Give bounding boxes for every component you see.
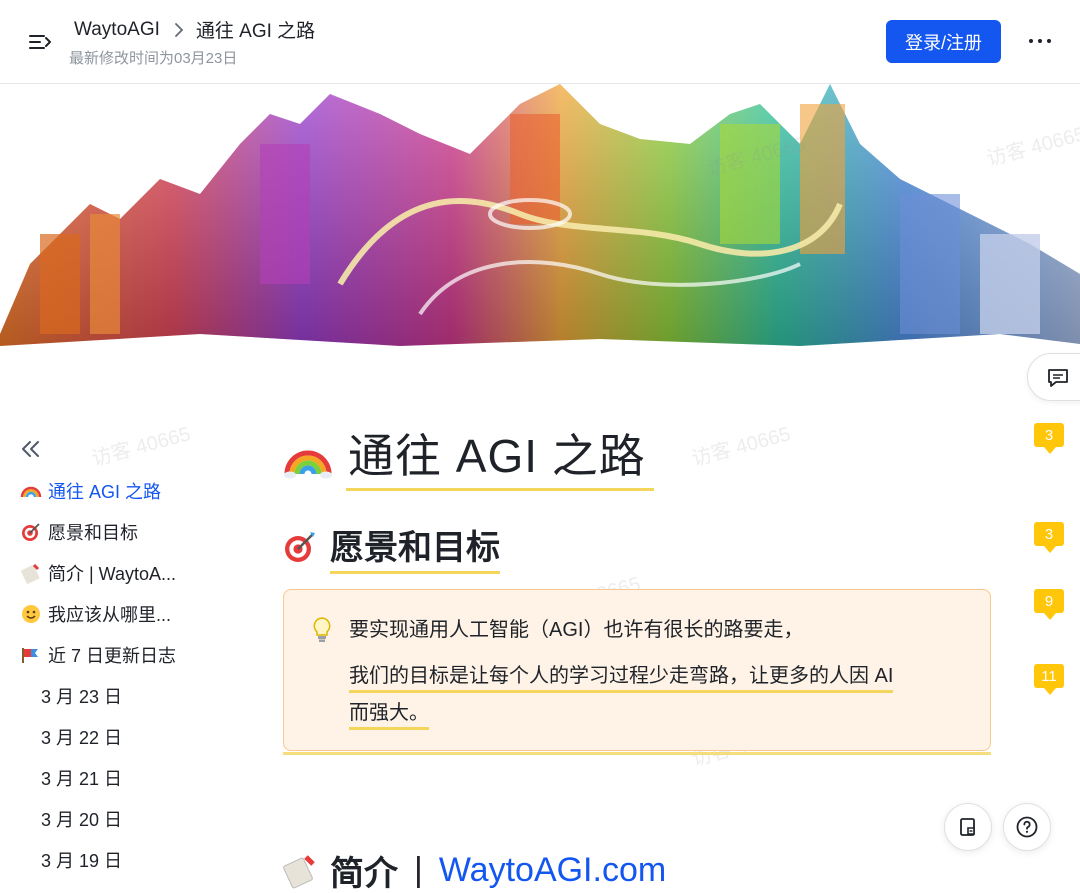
watermark: 访客 40665 [689, 423, 793, 471]
toc-item-agi[interactable]: 通往 AGI 之路 [20, 470, 200, 511]
help-button[interactable] [1003, 803, 1051, 851]
chevron-right-icon [174, 22, 184, 38]
toc-label: 近 7 日更新日志 [48, 645, 177, 666]
toc-item-date[interactable]: 3 月 19 日 [20, 839, 200, 880]
toc-item-date[interactable]: 3 月 23 日 [20, 675, 200, 716]
login-register-button[interactable]: 登录/注册 [886, 20, 1001, 63]
breadcrumb: WaytoAGI 通往 AGI 之路 [74, 16, 315, 43]
callout-text: 我们的目标是让每个人的学习过程少走弯路，让更多的人因 AI [349, 665, 894, 693]
section-heading-text: 简介 [330, 855, 398, 893]
page-title-text: 通往 AGI 之路 [346, 420, 654, 491]
more-options-icon[interactable] [1022, 26, 1058, 56]
help-icon [1016, 816, 1038, 838]
lightbulb-icon [311, 616, 333, 644]
toc-label: 我应该从哪里... [48, 604, 172, 625]
waytoagi-link[interactable]: WaytoAGI.com [439, 851, 666, 890]
document-icon [960, 818, 975, 836]
memo-icon [282, 853, 318, 889]
breadcrumb-current: 通往 AGI 之路 [195, 21, 316, 42]
callout-text: 要实现通用人工智能（AGI）也许有很长的路要走， [349, 619, 804, 641]
document-page: WaytoAGI 通往 AGI 之路 最新修改时间为03月23日 登录/注册 访… [0, 0, 1080, 893]
toc-item-changelog[interactable]: 近 7 日更新日志 [20, 634, 200, 675]
comment-count-badge[interactable]: 11 [1034, 664, 1064, 695]
cover-image [0, 84, 1080, 348]
reading-mode-button[interactable] [944, 803, 992, 851]
toc-item-where-start[interactable]: 我应该从哪里... [20, 593, 200, 634]
top-bar: WaytoAGI 通往 AGI 之路 最新修改时间为03月23日 登录/注册 [0, 0, 1080, 84]
toc-item-intro[interactable]: 简介 | WaytoA... [20, 552, 200, 593]
toc-label: 通往 AGI 之路 [48, 481, 162, 502]
toc-label: 简介 | WaytoA... [48, 563, 177, 584]
rainbow-icon [20, 480, 42, 502]
log-icon [20, 644, 42, 666]
comment-count-badge[interactable]: 3 [1034, 423, 1064, 454]
section-heading-intro: 简介 | WaytoAGI.com [282, 846, 666, 893]
heading-separator: | [414, 851, 423, 889]
section-heading-vision: 愿景和目标 [282, 520, 500, 574]
comments-panel-button[interactable] [1027, 353, 1080, 401]
breadcrumb-root[interactable]: WaytoAGI [74, 19, 160, 41]
watermark: 访客 40665 [89, 423, 193, 471]
rainbow-icon [284, 432, 332, 480]
smile-icon [20, 603, 42, 625]
callout-box: 要实现通用人工智能（AGI）也许有很长的路要走， 我们的目标是让每个人的学习过程… [283, 589, 991, 751]
callout-text-row: 而强大。 [349, 699, 429, 730]
toc-item-date[interactable]: 3 月 22 日 [20, 716, 200, 757]
comment-count-badge[interactable]: 3 [1034, 522, 1064, 553]
comment-icon [1048, 369, 1068, 387]
target-icon [20, 521, 42, 543]
callout-text: 而强大。 [349, 702, 429, 730]
toc-item-date[interactable]: 3 月 20 日 [20, 798, 200, 839]
callout-text-row: 我们的目标是让每个人的学习过程少走弯路，让更多的人因 AI [349, 662, 894, 693]
toc-label: 愿景和目标 [48, 522, 138, 543]
section-heading-text: 愿景和目标 [330, 520, 500, 574]
page-title: 通往 AGI 之路 [284, 420, 654, 491]
toc-item-date[interactable]: 3 月 18 日 [20, 880, 200, 893]
last-modified: 最新修改时间为03月23日 [69, 50, 238, 67]
toc-item-date[interactable]: 3 月 21 日 [20, 757, 200, 798]
menu-toggle-icon[interactable] [26, 28, 54, 56]
toc-item-vision[interactable]: 愿景和目标 [20, 511, 200, 552]
highlight-underline [283, 752, 991, 755]
collapse-sidebar-icon[interactable] [18, 436, 44, 462]
table-of-contents: 通往 AGI 之路 愿景和目标 简介 | WaytoA... 我应该从哪里...… [20, 470, 200, 893]
target-icon [282, 529, 318, 565]
memo-icon [20, 562, 42, 584]
comment-count-badge[interactable]: 9 [1034, 589, 1064, 620]
